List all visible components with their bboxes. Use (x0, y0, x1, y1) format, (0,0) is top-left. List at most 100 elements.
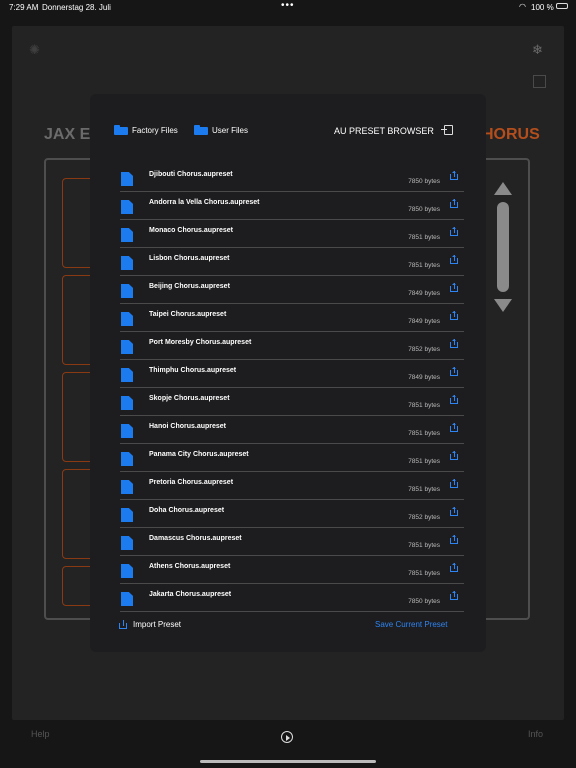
file-icon (121, 228, 133, 242)
file-size: 7851 bytes (408, 234, 440, 241)
file-name: Jakarta Chorus.aupreset (149, 591, 232, 598)
grid-icon[interactable] (533, 75, 546, 88)
file-name: Skopje Chorus.aupreset (149, 395, 230, 402)
file-icon (121, 536, 133, 550)
file-row[interactable]: Taipei Chorus.aupreset 7849 bytes (120, 304, 464, 332)
status-bar: 7:29 AM Donnerstag 28. Juli ••• ◠ 100 % (0, 0, 576, 16)
battery-icon (556, 3, 568, 9)
file-row[interactable]: Andorra la Vella Chorus.aupreset 7850 byt… (120, 192, 464, 220)
file-icon (121, 508, 133, 522)
file-row[interactable]: Damascus Chorus.aupreset 7851 bytes (120, 528, 464, 556)
file-size: 7849 bytes (408, 374, 440, 381)
share-icon[interactable] (450, 535, 458, 544)
file-row[interactable]: Panama City Chorus.aupreset 7851 bytes (120, 444, 464, 472)
share-icon[interactable] (450, 367, 458, 376)
file-size: 7852 bytes (408, 346, 440, 353)
tab-label: Factory Files (132, 126, 178, 135)
battery-percent: 100 % (531, 3, 554, 12)
share-icon[interactable] (450, 339, 458, 348)
home-indicator[interactable] (200, 760, 376, 763)
browser-title: AU PRESET BROWSER (334, 126, 434, 136)
file-size: 7849 bytes (408, 318, 440, 325)
share-icon[interactable] (450, 171, 458, 180)
plugin-title-right: HORUS (482, 126, 540, 143)
file-row[interactable]: Thimphu Chorus.aupreset 7849 bytes (120, 360, 464, 388)
status-time: 7:29 AM (9, 3, 39, 12)
folder-icon (114, 125, 128, 135)
scroll-up-arrow[interactable] (494, 182, 512, 195)
share-icon[interactable] (450, 563, 458, 572)
file-icon (121, 424, 133, 438)
status-date: Donnerstag 28. Juli (42, 3, 111, 12)
file-row[interactable]: Athens Chorus.aupreset 7851 bytes (120, 556, 464, 584)
import-preset-label: Import Preset (133, 620, 182, 629)
file-name: Pretoria Chorus.aupreset (149, 479, 234, 486)
file-size: 7849 bytes (408, 290, 440, 297)
share-icon[interactable] (450, 199, 458, 208)
file-row[interactable]: Port Moresby Chorus.aupreset 7852 bytes (120, 332, 464, 360)
share-icon[interactable] (450, 591, 458, 600)
file-size: 7851 bytes (408, 570, 440, 577)
file-icon (121, 312, 133, 326)
file-row[interactable]: Pretoria Chorus.aupreset 7851 bytes (120, 472, 464, 500)
tab-label: User Files (212, 126, 249, 135)
file-name: Doha Chorus.aupreset (149, 507, 225, 514)
file-name: Thimphu Chorus.aupreset (149, 367, 237, 374)
file-name: Monaco Chorus.aupreset (149, 227, 234, 234)
preset-browser-modal: Factory Files User Files AU PRESET BROWS… (90, 94, 486, 652)
file-name: Taipei Chorus.aupreset (149, 311, 227, 318)
file-name: Hanoi Chorus.aupreset (149, 423, 227, 430)
file-icon (121, 396, 133, 410)
share-icon[interactable] (450, 311, 458, 320)
wifi-icon: ◠ (519, 2, 526, 11)
file-size: 7850 bytes (408, 206, 440, 213)
file-row[interactable]: Djibouti Chorus.aupreset 7850 bytes (120, 164, 464, 192)
share-icon[interactable] (450, 479, 458, 488)
file-icon (121, 340, 133, 354)
help-link[interactable]: Help (31, 729, 50, 739)
file-row[interactable]: Lisbon Chorus.aupreset 7851 bytes (120, 248, 464, 276)
file-name: Port Moresby Chorus.aupreset (149, 339, 252, 346)
file-icon (121, 592, 133, 606)
file-icon (121, 200, 133, 214)
share-icon[interactable] (450, 283, 458, 292)
file-size: 7851 bytes (408, 486, 440, 493)
file-icon (121, 452, 133, 466)
file-row[interactable]: Jakarta Chorus.aupreset 7850 bytes (120, 584, 464, 612)
share-icon[interactable] (450, 507, 458, 516)
file-icon (121, 256, 133, 270)
file-icon (121, 284, 133, 298)
file-size: 7851 bytes (408, 402, 440, 409)
file-size: 7851 bytes (408, 430, 440, 437)
file-list: Djibouti Chorus.aupreset 7850 bytes Andorr… (120, 164, 464, 612)
file-row[interactable]: Monaco Chorus.aupreset 7851 bytes (120, 220, 464, 248)
share-icon[interactable] (450, 451, 458, 460)
file-row[interactable]: Skopje Chorus.aupreset 7851 bytes (120, 388, 464, 416)
file-size: 7851 bytes (408, 458, 440, 465)
file-name: Djibouti Chorus.aupreset (149, 171, 233, 178)
share-icon[interactable] (450, 227, 458, 236)
file-icon (121, 480, 133, 494)
file-name: Lisbon Chorus.aupreset (149, 255, 230, 262)
share-icon[interactable] (450, 255, 458, 264)
file-size: 7852 bytes (408, 514, 440, 521)
file-row[interactable]: Hanoi Chorus.aupreset 7851 bytes (120, 416, 464, 444)
scroll-thumb[interactable] (497, 202, 509, 292)
settings-icon[interactable]: ✺ (29, 42, 43, 57)
play-icon[interactable] (281, 731, 293, 743)
multitasking-dots[interactable]: ••• (281, 0, 295, 11)
file-size: 7851 bytes (408, 262, 440, 269)
file-row[interactable]: Beijing Chorus.aupreset 7849 bytes (120, 276, 464, 304)
file-icon (121, 564, 133, 578)
info-link[interactable]: Info (528, 729, 543, 739)
share-icon[interactable] (450, 423, 458, 432)
exit-icon[interactable] (441, 125, 453, 135)
file-name: Beijing Chorus.aupreset (149, 283, 230, 290)
import-icon (119, 620, 127, 629)
snowflake-icon[interactable]: ❄ (532, 42, 546, 57)
save-current-preset-button[interactable]: Save Current Preset (375, 620, 447, 629)
file-row[interactable]: Doha Chorus.aupreset 7852 bytes (120, 500, 464, 528)
share-icon[interactable] (450, 395, 458, 404)
file-name: Andorra la Vella Chorus.aupreset (149, 199, 260, 206)
scroll-down-arrow[interactable] (494, 299, 512, 312)
